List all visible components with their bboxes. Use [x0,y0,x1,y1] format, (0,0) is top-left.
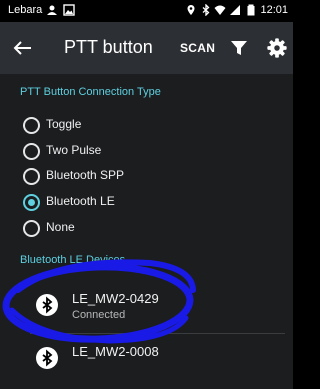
radio-label: Bluetooth LE [46,194,115,208]
radio-label: Two Pulse [46,143,102,157]
radio-label: Bluetooth SPP [46,168,125,182]
wifi-icon [214,5,226,15]
device-item[interactable]: LE_MW2-0008 [0,335,293,389]
bluetooth-status-icon [202,4,210,16]
divider [30,333,285,334]
app-screen: Lebara 12:01 PTT button SCAN PTT Button … [0,0,293,389]
toolbar: PTT button SCAN [0,22,293,74]
clock: 12:01 [260,4,288,16]
device-item[interactable]: LE_MW2-0429 Connected [0,276,293,336]
signal-icon [230,5,240,15]
radio-option-none[interactable]: None [23,218,273,238]
carrier-label: Lebara [8,4,43,16]
location-icon [187,5,195,15]
filter-icon[interactable] [229,38,249,58]
radio-button[interactable] [23,117,40,134]
radio-button-selected[interactable] [23,194,40,211]
radio-label: Toggle [46,117,82,131]
device-status: Connected [72,309,126,321]
radio-option-bluetooth-spp[interactable]: Bluetooth SPP [23,166,273,186]
contacts-icon [47,5,57,15]
section-header-ble-devices: Bluetooth LE Devices [20,254,126,266]
radio-button[interactable] [23,168,40,185]
back-arrow-icon[interactable] [10,35,36,61]
gear-icon[interactable] [266,37,288,59]
radio-option-bluetooth-le[interactable]: Bluetooth LE [23,192,273,212]
radio-button[interactable] [23,220,40,237]
battery-icon [247,4,255,16]
scan-button[interactable]: SCAN [180,41,215,55]
device-name: LE_MW2-0008 [72,344,159,359]
bluetooth-icon [36,294,58,316]
image-icon [63,4,75,16]
section-header-connection-type: PTT Button Connection Type [20,86,161,98]
radio-button[interactable] [23,143,40,160]
radio-option-toggle[interactable]: Toggle [23,115,273,135]
device-name: LE_MW2-0429 [72,291,159,306]
status-bar: Lebara 12:01 [0,0,293,22]
radio-option-two-pulse[interactable]: Two Pulse [23,141,273,161]
page-title: PTT button [64,37,153,57]
radio-label: None [46,220,75,234]
bluetooth-icon [36,347,58,369]
